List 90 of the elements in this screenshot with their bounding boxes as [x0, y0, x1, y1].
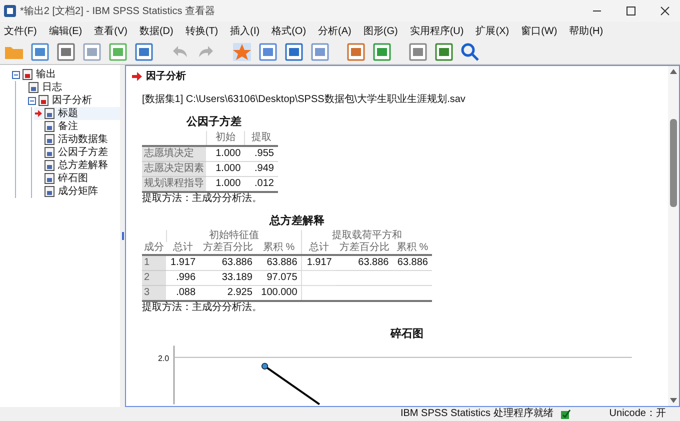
- scroll-down-icon[interactable]: [670, 398, 677, 403]
- column-group-header: 提取载荷平方和: [302, 230, 432, 242]
- table-title: 总方差解释: [268, 215, 326, 228]
- menu-item[interactable]: 图形(G): [363, 24, 398, 38]
- document-icon: [44, 147, 55, 158]
- column-header: 累积 %: [256, 242, 302, 255]
- table-cell: 2.925: [227, 287, 252, 298]
- table-cell: .012: [244, 176, 278, 192]
- chart-title: 碎石图: [389, 328, 424, 341]
- table-cell: 63.886: [358, 257, 389, 268]
- star-icon[interactable]: [232, 42, 252, 62]
- table-cell: 63.886: [397, 257, 428, 268]
- table-cell: 1.000: [206, 176, 245, 192]
- arrow-icon: [132, 72, 142, 81]
- menu-item[interactable]: 编辑(E): [48, 24, 82, 38]
- dataset-path: [数据集1] C:\Users\63106\Desktop\SPSS数据包\大学生职业生涯规划.sav: [142, 94, 466, 106]
- encoding-status: Unicode：开: [609, 409, 666, 419]
- tree-item[interactable]: 活动数据集: [57, 134, 109, 144]
- tree-item[interactable]: 标题: [57, 108, 79, 118]
- collapse-icon[interactable]: [12, 70, 20, 78]
- tree-item[interactable]: 输出: [35, 70, 57, 80]
- status-text: IBM SPSS Statistics 处理程序就绪: [400, 409, 554, 419]
- menu-item[interactable]: 转换(T): [185, 24, 218, 38]
- tree-item[interactable]: 公因子方差: [57, 148, 109, 158]
- menu-item[interactable]: 插入(I): [230, 24, 260, 38]
- table-title: 公因子方差: [185, 116, 242, 129]
- scrollbar-thumb[interactable]: [670, 119, 677, 207]
- column-header: 方差百分比: [200, 242, 256, 255]
- menu-item[interactable]: 实用程序(U): [410, 24, 464, 38]
- menu-item[interactable]: 分析(A): [318, 24, 352, 38]
- document-icon: [22, 69, 33, 80]
- current-arrow-icon: [34, 110, 42, 117]
- column-header: 提取: [244, 131, 278, 146]
- search-icon[interactable]: [460, 42, 480, 62]
- row-header: 1: [142, 255, 166, 270]
- row-header: 志愿填决定: [142, 146, 206, 162]
- row-header: 2: [142, 270, 166, 286]
- table-cell: .996: [176, 272, 196, 283]
- table-cell: 63.886: [266, 257, 298, 268]
- column-header: 初始: [206, 131, 245, 146]
- menu-item[interactable]: 窗口(W): [521, 24, 558, 38]
- scroll-up-icon[interactable]: [670, 69, 677, 74]
- document-icon: [44, 186, 55, 197]
- menu-item[interactable]: 查看(V): [94, 24, 128, 38]
- row-header: 规划课程指导: [142, 176, 206, 192]
- menu-item[interactable]: 数据(D): [139, 24, 174, 38]
- close-icon[interactable]: [660, 6, 670, 16]
- table-cell: 1.000: [206, 162, 245, 176]
- table-cell: 97.075: [266, 272, 298, 283]
- tree-item[interactable]: 备注: [57, 122, 79, 132]
- document-icon: [44, 160, 55, 171]
- tree-item[interactable]: 因子分析: [51, 96, 93, 106]
- menu-item[interactable]: 帮助(H): [569, 24, 604, 38]
- tree-item[interactable]: 碎石图: [57, 174, 89, 184]
- table-cell: .949: [244, 162, 278, 176]
- row-header: 3: [142, 286, 166, 301]
- menu-item[interactable]: 文件(F): [4, 24, 37, 38]
- column-header: 总计: [302, 242, 336, 255]
- column-header: 成分: [142, 242, 166, 255]
- table-footnote: 提取方法：主成分分析法。: [142, 302, 263, 314]
- column-group-header: 初始特征值: [166, 230, 302, 242]
- row-header: 志愿决定因素: [142, 162, 206, 176]
- table-cell: .088: [176, 287, 196, 298]
- table-cell: 1.917: [306, 257, 332, 268]
- table-footnote: 提取方法：主成分分析法。: [142, 193, 263, 205]
- ready-icon: [561, 409, 572, 419]
- maximize-icon[interactable]: [626, 6, 636, 16]
- tree-item[interactable]: 日志: [41, 82, 63, 92]
- scrollbar[interactable]: [668, 66, 679, 406]
- collapse-icon[interactable]: [28, 96, 36, 104]
- table-cell: 63.886: [222, 257, 252, 268]
- tree-item[interactable]: 成分矩阵: [57, 186, 99, 196]
- axis-tick-label: 2.0: [156, 353, 170, 365]
- section-heading: 因子分析: [146, 70, 186, 84]
- table-cell: 33.189: [222, 272, 252, 283]
- tree-item[interactable]: 总方差解释: [57, 160, 109, 170]
- table-cell: 1.917: [170, 257, 196, 268]
- window-title: *输出2 [文档2] - IBM SPSS Statistics 查看器: [20, 4, 216, 18]
- table-cell: 100.000: [261, 287, 298, 298]
- table-cell: .955: [244, 146, 278, 162]
- column-header: 累积 %: [392, 242, 432, 255]
- menu-item[interactable]: 格式(O): [272, 24, 306, 38]
- column-header: 方差百分比: [336, 242, 393, 255]
- document-icon: [28, 82, 39, 93]
- table-cell: 1.000: [206, 146, 245, 162]
- menu-item[interactable]: 扩展(X): [476, 24, 510, 38]
- app-icon: [4, 5, 16, 17]
- column-header: 总计: [166, 242, 200, 255]
- document-icon: [44, 134, 55, 145]
- document-icon: [44, 173, 55, 184]
